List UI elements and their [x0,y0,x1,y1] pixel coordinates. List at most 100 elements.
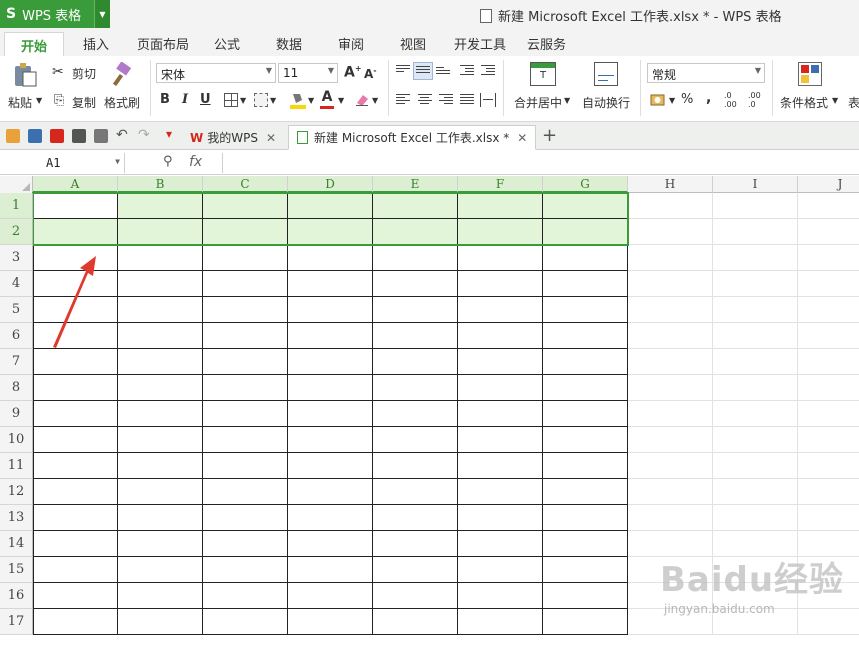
eraser-icon[interactable] [354,92,370,108]
formula-input[interactable] [222,153,859,173]
font-color-icon[interactable]: A [320,89,334,109]
cut-button[interactable]: 剪切 [72,65,96,82]
decrease-indent-icon[interactable] [460,65,474,77]
row-header-9[interactable]: 9 [0,401,33,427]
chevron-down-icon[interactable]: ▼ [36,96,42,105]
table-style-button[interactable]: 表 [848,94,859,111]
row-header-8[interactable]: 8 [0,375,33,401]
percent-button[interactable]: % [681,92,693,107]
borders-icon[interactable] [224,93,238,107]
new-tab-icon[interactable]: + [542,125,557,146]
format-painter-button[interactable]: 格式刷 [104,94,140,111]
chevron-down-icon[interactable]: ▼ [270,96,276,105]
merge-center-icon[interactable]: T [530,62,556,86]
app-menu-button[interactable]: S WPS 表格 ▼ [0,0,110,28]
tab-view[interactable]: 视图 [400,34,426,53]
currency-icon[interactable] [650,92,666,108]
italic-button[interactable]: I [182,92,188,107]
paste-button[interactable]: 粘贴 [8,94,32,111]
tab-cloud[interactable]: 云服务 [527,34,566,53]
close-icon[interactable]: ✕ [517,131,527,145]
close-icon[interactable]: ✕ [266,131,276,145]
conditional-format-button[interactable]: 条件格式 [780,94,828,111]
copy-icon[interactable]: ⎘ [54,93,64,108]
distributed-align-icon[interactable] [480,93,496,107]
tab-my-wps[interactable]: W 我的WPS ✕ [190,125,276,150]
tab-page-layout[interactable]: 页面布局 [137,34,189,53]
tab-workbook[interactable]: 新建 Microsoft Excel 工作表.xlsx * ✕ [288,125,537,150]
paste-icon[interactable] [12,62,38,88]
zoom-search-icon[interactable]: ⚲ [163,154,173,169]
row-header-10[interactable]: 10 [0,427,33,453]
increase-indent-icon[interactable] [481,65,495,77]
chevron-down-icon[interactable]: ▼ [564,96,570,105]
increase-decimal-icon[interactable]: .0.00 [724,91,737,109]
row-header-7[interactable]: 7 [0,349,33,375]
chevron-down-icon[interactable]: ▼ [832,96,838,105]
row-header-3[interactable]: 3 [0,245,33,271]
chevron-down-icon[interactable]: ▼ [308,96,314,105]
chevron-down-icon[interactable]: ▼ [372,96,378,105]
merge-center-button[interactable]: 合并居中 [514,94,562,111]
row-header-11[interactable]: 11 [0,453,33,479]
export-pdf-icon[interactable] [50,129,64,143]
print-preview-icon[interactable] [94,129,108,143]
tab-data[interactable]: 数据 [276,34,302,53]
align-right-icon[interactable] [439,94,453,106]
row-header-1[interactable]: 1 [0,193,33,219]
align-bottom-icon[interactable] [436,67,450,79]
open-folder-icon[interactable] [6,129,20,143]
align-middle-button[interactable] [413,62,433,80]
chevron-down-icon[interactable]: ▼ [338,96,344,105]
wrap-text-icon[interactable] [594,62,618,86]
tab-formulas[interactable]: 公式 [214,34,240,53]
align-left-icon[interactable] [396,94,410,106]
scissors-icon[interactable]: ✂ [52,64,64,80]
chevron-down-icon[interactable]: ▼ [669,96,675,105]
row-header-2[interactable]: 2 [0,219,33,245]
chevron-down-icon[interactable]: ▼ [240,96,246,105]
comma-button[interactable]: , [706,90,711,106]
justify-icon[interactable] [460,94,474,106]
print-icon[interactable] [72,129,86,143]
customize-toolbar-icon[interactable]: ▾ [166,127,172,141]
undo-icon[interactable]: ↶ [116,127,128,143]
conditional-format-icon[interactable] [798,62,822,86]
row-header-15[interactable]: 15 [0,557,33,583]
row-header-6[interactable]: 6 [0,323,33,349]
save-icon[interactable] [28,129,42,143]
chevron-down-icon[interactable]: ▼ [94,0,110,28]
fill-pattern-icon[interactable] [254,93,268,107]
chevron-down-icon[interactable]: ▼ [115,157,120,166]
wrap-text-button[interactable]: 自动换行 [582,94,630,111]
align-center-icon[interactable] [418,94,432,106]
decrease-decimal-icon[interactable]: .00.0 [748,91,761,109]
divider [640,60,641,116]
bold-button[interactable]: B [160,92,170,107]
tab-review[interactable]: 审阅 [338,34,364,53]
row-header-5[interactable]: 5 [0,297,33,323]
underline-button[interactable]: U [200,92,211,107]
row-header-16[interactable]: 16 [0,583,33,609]
insert-function-button[interactable]: fx [189,154,202,170]
tab-home[interactable]: 开始 [4,32,65,56]
row-header-12[interactable]: 12 [0,479,33,505]
row-header-4[interactable]: 4 [0,271,33,297]
row-header-17[interactable]: 17 [0,609,33,635]
row-header-14[interactable]: 14 [0,531,33,557]
align-top-icon[interactable] [396,65,410,77]
fill-color-icon[interactable] [290,91,306,109]
tab-insert[interactable]: 插入 [83,34,109,53]
format-painter-icon[interactable] [110,61,134,88]
row-header-13[interactable]: 13 [0,505,33,531]
font-name-select[interactable]: 宋体 ▼ [156,63,276,83]
name-box[interactable]: A1 ▼ [0,153,125,173]
increase-font-icon[interactable]: A+ [344,64,362,81]
number-format-select[interactable]: 常规 ▼ [647,63,765,83]
chevron-down-icon: ▼ [754,66,761,75]
redo-icon[interactable]: ↷ [138,127,150,143]
copy-button[interactable]: 复制 [72,94,96,111]
decrease-font-icon[interactable]: A- [364,66,377,81]
font-size-select[interactable]: 11 ▼ [278,63,338,83]
tab-developer[interactable]: 开发工具 [454,34,506,53]
